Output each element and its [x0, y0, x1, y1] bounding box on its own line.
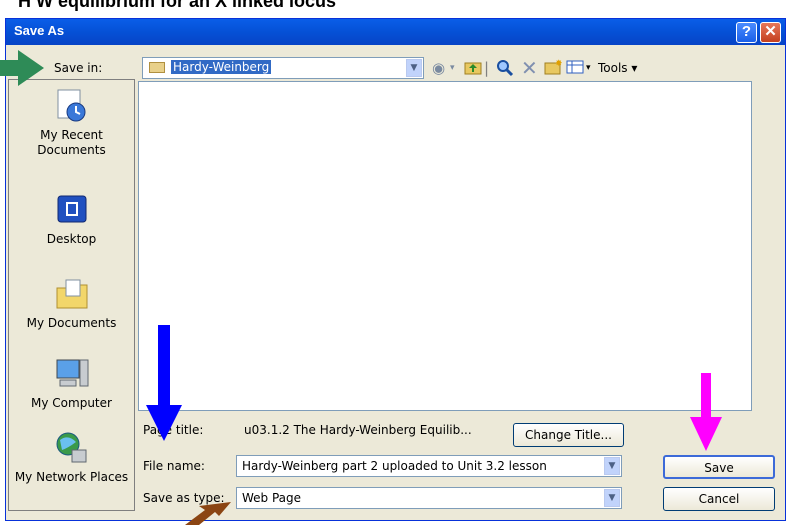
toolbar-separator: |: [484, 59, 490, 77]
save-button[interactable]: Save: [663, 455, 775, 479]
folder-icon: [149, 62, 165, 73]
desktop-icon: [54, 192, 90, 228]
save-in-label: Save in:: [54, 61, 103, 75]
place-label: My Documents: [26, 316, 117, 330]
chevron-down-icon[interactable]: ▼: [604, 489, 620, 507]
green-arrow-icon: [0, 50, 44, 86]
place-recent-documents[interactable]: My Recent Documents: [9, 88, 134, 158]
new-folder-icon[interactable]: ✸: [544, 59, 563, 79]
file-name-label: File name:: [143, 459, 205, 473]
file-name-value: Hardy-Weinberg part 2 uploaded to Unit 3…: [242, 459, 547, 473]
save-in-folder: Hardy-Weinberg: [171, 60, 272, 74]
chevron-down-icon[interactable]: ▼: [604, 457, 620, 475]
tools-menu[interactable]: Tools ▾: [598, 59, 637, 77]
up-folder-icon[interactable]: [464, 59, 482, 79]
views-dropdown-icon[interactable]: ▾: [586, 59, 591, 77]
save-as-dialog: Save As ? ✕ Save in: Hardy-Weinberg ▼ ◉ …: [5, 18, 786, 521]
save-as-type-value: Web Page: [242, 491, 302, 505]
my-documents-icon: [54, 276, 90, 312]
views-icon[interactable]: [566, 59, 584, 79]
dialog-title: Save As: [14, 23, 65, 38]
file-name-input[interactable]: Hardy-Weinberg part 2 uploaded to Unit 3…: [236, 455, 622, 477]
place-label: My Network Places: [14, 470, 129, 484]
save-as-type-dropdown[interactable]: Web Page ▼: [236, 487, 622, 509]
place-label: Desktop: [46, 232, 97, 246]
chevron-down-icon[interactable]: ▼: [406, 59, 422, 77]
place-desktop[interactable]: Desktop: [9, 192, 134, 247]
blue-arrow-icon: [146, 325, 182, 441]
change-title-button[interactable]: Change Title...: [513, 423, 624, 447]
network-places-icon: [54, 430, 90, 466]
file-list[interactable]: [138, 81, 752, 411]
place-my-documents[interactable]: My Documents: [9, 276, 134, 331]
page-title-value: u03.1.2 The Hardy-Weinberg Equilib...: [244, 423, 472, 437]
back-icon[interactable]: ◉: [432, 59, 445, 77]
place-my-network-places[interactable]: My Network Places: [9, 430, 134, 485]
back-dropdown-icon[interactable]: ▾: [450, 59, 455, 77]
magenta-arrow-icon: [690, 373, 722, 451]
recent-documents-icon: [54, 88, 90, 124]
svg-text:✸: ✸: [555, 59, 562, 69]
places-bar: My Recent Documents Desktop My Documents…: [8, 79, 135, 511]
place-label: My Recent Documents: [37, 128, 106, 157]
title-bar[interactable]: Save As ? ✕: [6, 19, 785, 45]
tools-label: Tools: [598, 61, 628, 75]
place-my-computer[interactable]: My Computer: [9, 356, 134, 411]
background-heading: H W equilibrium for an X linked locus: [18, 0, 337, 11]
delete-icon[interactable]: ✕: [521, 58, 538, 78]
close-button[interactable]: ✕: [760, 22, 781, 43]
brown-arrow-icon: [185, 502, 231, 525]
help-button[interactable]: ?: [736, 22, 757, 43]
place-label: My Computer: [31, 396, 112, 410]
cancel-button[interactable]: Cancel: [663, 487, 775, 511]
my-computer-icon: [54, 356, 90, 392]
save-in-dropdown[interactable]: Hardy-Weinberg ▼: [142, 57, 424, 79]
search-web-icon[interactable]: [496, 59, 514, 81]
